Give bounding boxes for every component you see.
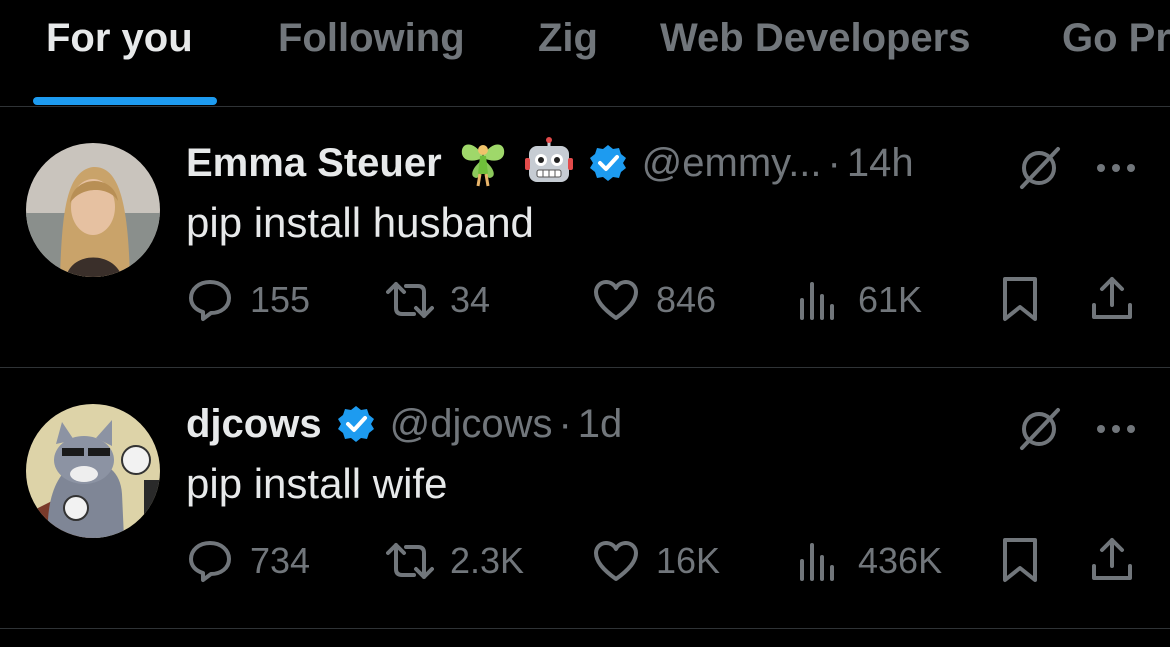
- like-button[interactable]: 846: [592, 275, 716, 325]
- fairy-emoji: [456, 134, 510, 193]
- reply-icon: [189, 541, 231, 582]
- timestamp[interactable]: 1d: [578, 402, 623, 447]
- like-count: 16K: [656, 540, 721, 581]
- like-count: 846: [656, 279, 717, 320]
- tab-go-pr[interactable]: Go Pr: [1062, 16, 1170, 61]
- reply-count: 734: [250, 540, 311, 581]
- tweet-header: Emma Steuer @emmy... · 14h: [186, 136, 914, 191]
- verified-badge-icon[interactable]: [588, 143, 628, 183]
- tab-following[interactable]: Following: [278, 16, 465, 61]
- repost-icon: [386, 282, 434, 318]
- share-button[interactable]: [1088, 275, 1136, 325]
- views-button[interactable]: 61K: [794, 275, 922, 325]
- view-count: 436K: [858, 540, 943, 581]
- reply-button[interactable]: 734: [186, 536, 310, 586]
- tab-for-you[interactable]: For you: [46, 16, 193, 61]
- author-name[interactable]: Emma Steuer: [186, 141, 442, 186]
- grok-icon[interactable]: [1016, 145, 1062, 191]
- timeline-tabs: For you Following Zig Web Developers Go …: [0, 0, 1170, 107]
- avatar-image: [26, 404, 160, 538]
- tweet-text: pip install husband: [186, 199, 534, 246]
- repost-count: 34: [450, 279, 491, 320]
- bookmark-button[interactable]: [996, 536, 1044, 586]
- bookmark-button[interactable]: [996, 275, 1044, 325]
- timestamp[interactable]: 14h: [847, 141, 914, 186]
- separator: ·: [827, 140, 841, 185]
- reply-icon: [189, 280, 231, 321]
- verified-badge-icon[interactable]: [336, 404, 376, 444]
- avatar[interactable]: [26, 404, 160, 538]
- tweet-header: djcows @djcows · 1d: [186, 398, 622, 450]
- tweet-text: pip install wife: [186, 460, 448, 507]
- views-chart-icon: [800, 282, 834, 320]
- share-button[interactable]: [1088, 536, 1136, 586]
- author-handle[interactable]: @emmy...: [642, 141, 822, 186]
- like-button[interactable]: 16K: [592, 536, 720, 586]
- grok-icon[interactable]: [1016, 406, 1062, 452]
- views-button[interactable]: 436K: [794, 536, 942, 586]
- robot-emoji: [524, 136, 574, 191]
- heart-icon: [594, 541, 638, 581]
- share-icon: [1092, 277, 1132, 319]
- reply-count: 155: [250, 279, 311, 320]
- reply-button[interactable]: 155: [186, 275, 310, 325]
- separator: ·: [558, 401, 572, 446]
- repost-count: 2.3K: [450, 540, 525, 581]
- view-count: 61K: [858, 279, 923, 320]
- heart-icon: [594, 280, 638, 320]
- repost-icon: [386, 543, 434, 579]
- tweet[interactable]: Emma Steuer @emmy... · 14h pip install h…: [0, 107, 1170, 368]
- bookmark-icon: [1003, 538, 1037, 582]
- tweet[interactable]: djcows @djcows · 1d pip install wife 734…: [0, 368, 1170, 629]
- avatar-image: [26, 143, 160, 277]
- repost-button[interactable]: 34: [386, 275, 490, 325]
- share-icon: [1092, 538, 1132, 580]
- views-chart-icon: [800, 543, 834, 581]
- active-tab-indicator: [33, 97, 217, 105]
- tab-web-developers[interactable]: Web Developers: [660, 16, 971, 61]
- repost-button[interactable]: 2.3K: [386, 536, 524, 586]
- avatar[interactable]: [26, 143, 160, 277]
- tab-zig[interactable]: Zig: [538, 16, 598, 61]
- more-options-icon[interactable]: [1094, 153, 1138, 183]
- bookmark-icon: [1003, 277, 1037, 321]
- more-options-icon[interactable]: [1094, 414, 1138, 444]
- author-handle[interactable]: @djcows: [390, 402, 553, 447]
- author-name[interactable]: djcows: [186, 402, 322, 447]
